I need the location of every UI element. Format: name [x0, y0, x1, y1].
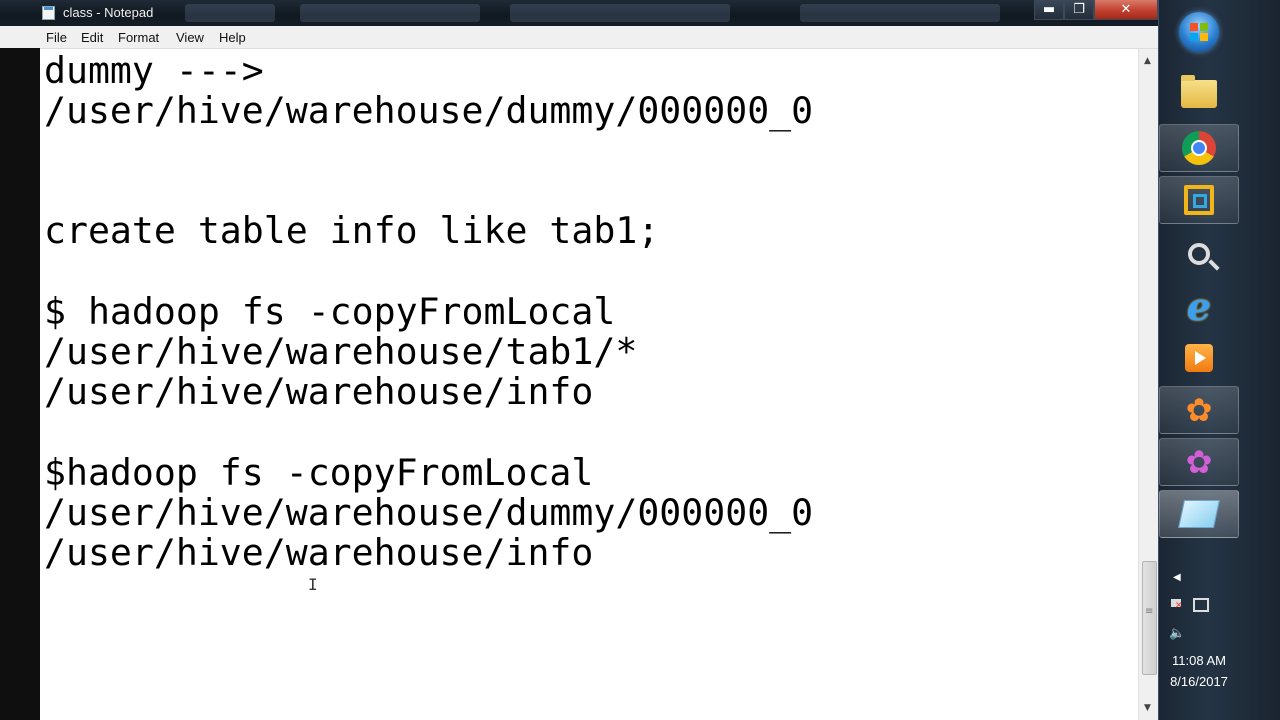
menu-format[interactable]: Format — [118, 30, 159, 45]
editor-line: /user/hive/warehouse/info — [44, 370, 594, 413]
clock-time[interactable]: 11:08 AM — [1159, 653, 1239, 668]
action-center-icon[interactable] — [1169, 598, 1183, 612]
vmware-icon — [1184, 185, 1214, 215]
desktop-edge — [0, 48, 40, 720]
taskbar-search[interactable] — [1159, 230, 1239, 278]
editor-line: /user/hive/warehouse/info — [44, 531, 594, 574]
menu-view[interactable]: View — [176, 30, 204, 45]
taskbar: e ✿ ✿ ◀ 🔈 11:08 AM 8/16/2017 — [1158, 0, 1280, 720]
vertical-scrollbar[interactable]: ▲ ▼ — [1138, 49, 1158, 720]
editor-line: $ hadoop fs -copyFromLocal — [44, 290, 616, 333]
background-window-blur — [510, 4, 730, 22]
maximize-button[interactable]: ❐ — [1064, 0, 1094, 20]
taskbar-app-orange[interactable]: ✿ — [1159, 386, 1239, 434]
background-window-blur — [185, 4, 275, 22]
notepad-app-icon[interactable] — [42, 6, 55, 20]
menu-bar: File Edit Format View Help — [0, 26, 1158, 49]
taskbar-explorer[interactable] — [1159, 70, 1239, 118]
start-button[interactable] — [1159, 8, 1239, 56]
scroll-thumb[interactable] — [1142, 561, 1157, 675]
network-icon[interactable] — [1193, 598, 1209, 612]
close-button[interactable]: ✕ — [1094, 0, 1158, 20]
taskbar-vmware[interactable] — [1159, 176, 1239, 224]
flower-app-icon: ✿ — [1185, 443, 1213, 481]
menu-file[interactable]: File — [46, 30, 67, 45]
menu-help[interactable]: Help — [219, 30, 246, 45]
chrome-icon — [1182, 131, 1216, 165]
clock-date[interactable]: 8/16/2017 — [1159, 674, 1239, 689]
editor-line: create table info like tab1; — [44, 209, 660, 252]
flower-app-icon: ✿ — [1185, 391, 1213, 429]
window-title-bar[interactable]: class - Notepad ▬ ❐ ✕ — [0, 0, 1158, 26]
taskbar-notepad[interactable] — [1159, 490, 1239, 538]
background-window-blur — [800, 4, 1000, 22]
taskbar-internet-explorer[interactable]: e — [1159, 282, 1239, 330]
menu-edit[interactable]: Edit — [81, 30, 103, 45]
windows-start-icon — [1179, 12, 1219, 52]
i-beam-cursor-icon: I — [308, 575, 318, 594]
taskbar-app-purple[interactable]: ✿ — [1159, 438, 1239, 486]
editor-line: /user/hive/warehouse/dummy/000000_0 — [44, 491, 814, 534]
minimize-button[interactable]: ▬ — [1034, 0, 1064, 20]
editor-line: /user/hive/warehouse/dummy/000000_0 — [44, 89, 814, 132]
scroll-up-icon[interactable]: ▲ — [1144, 56, 1151, 66]
window-title: class - Notepad — [63, 5, 154, 20]
volume-icon[interactable]: 🔈 — [1169, 626, 1185, 641]
folder-icon — [1181, 75, 1217, 108]
background-window-blur — [300, 4, 480, 22]
taskbar-media-player[interactable] — [1159, 334, 1239, 382]
show-hidden-icons-icon[interactable]: ◀ — [1173, 572, 1181, 583]
editor-line: dummy ---> — [44, 49, 264, 92]
text-editor[interactable]: dummy ---> /user/hive/warehouse/dummy/00… — [40, 49, 1138, 720]
editor-line: $hadoop fs -copyFromLocal — [44, 451, 594, 494]
editor-line: /user/hive/warehouse/tab1/* — [44, 330, 638, 373]
internet-explorer-icon: e — [1186, 283, 1212, 329]
scroll-down-icon[interactable]: ▼ — [1144, 703, 1151, 713]
notepad-icon — [1178, 500, 1220, 528]
taskbar-chrome[interactable] — [1159, 124, 1239, 172]
magnifier-icon — [1188, 243, 1210, 265]
media-player-icon — [1185, 344, 1213, 372]
